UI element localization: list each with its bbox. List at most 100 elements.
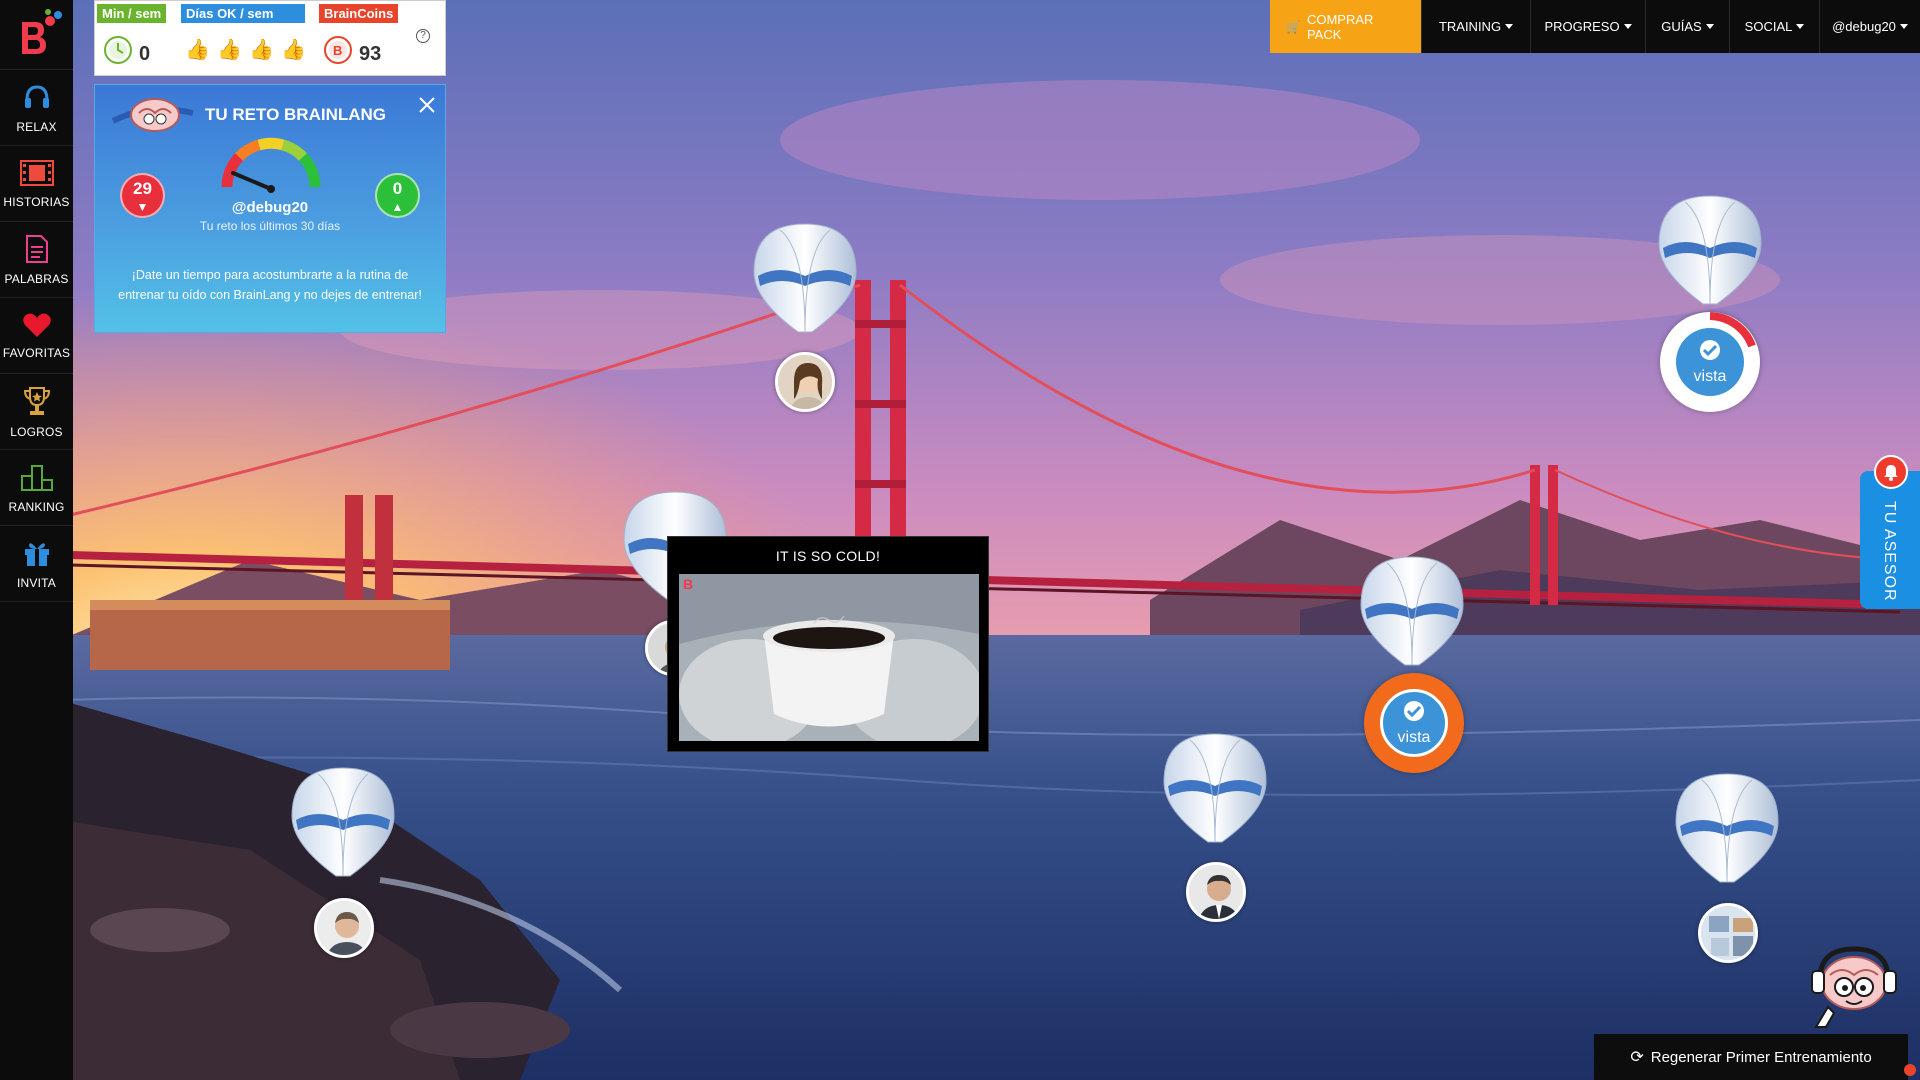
stat-braincoins: BrainCoins B 93 — [317, 1, 417, 77]
caret-down-icon — [1705, 24, 1714, 29]
avatar[interactable] — [1186, 862, 1246, 922]
sidebar-item-label: PALABRAS — [4, 271, 69, 286]
caret-down-icon — [1623, 24, 1632, 29]
negative-count: 29 — [133, 179, 152, 198]
buy-pack-label: COMPRAR PACK — [1306, 11, 1374, 42]
sidebar-item-label: HISTORIAS — [3, 194, 70, 209]
brain-mascot[interactable] — [1802, 935, 1906, 1040]
sidebar-item-label: FAVORITAS — [2, 345, 71, 360]
regenerate-label: Regenerar Primer Entrenamiento — [1650, 1048, 1872, 1066]
nav-label: TRAINING — [1438, 19, 1502, 34]
cart-icon: 🛒 — [1286, 19, 1301, 34]
balloon-icon — [1163, 733, 1267, 843]
heart-icon — [22, 312, 52, 338]
sidebar-item-label: RELAX — [16, 119, 57, 134]
nav-training[interactable]: TRAINING — [1421, 0, 1530, 53]
caret-down-icon — [1899, 24, 1908, 29]
caret-down-icon — [1505, 24, 1514, 29]
sidebar-item-logros[interactable]: LOGROS — [0, 374, 73, 450]
stat-label: Min / sem — [97, 4, 167, 23]
positive-count: 0 — [392, 179, 403, 198]
avatar[interactable] — [1698, 903, 1758, 963]
nav-label: SOCIAL — [1744, 19, 1793, 34]
regenerate-training-button[interactable]: ⟳ Regenerar Primer Entrenamiento — [1594, 1034, 1908, 1080]
balloon-icon — [1658, 195, 1762, 305]
sidebar-item-label: LOGROS — [10, 424, 63, 439]
lesson-watched-badge[interactable]: vista — [1364, 673, 1464, 773]
podium-icon — [20, 462, 54, 492]
nav-label: PROGRESO — [1544, 19, 1620, 34]
sidebar-item-palabras[interactable]: PALABRAS — [0, 222, 73, 298]
nav-social[interactable]: SOCIAL — [1729, 0, 1819, 53]
document-icon — [24, 234, 50, 264]
thumbs-up-icon: 👍 — [217, 39, 242, 61]
brainlang-logo[interactable] — [0, 0, 73, 70]
video-preview-popup[interactable]: IT IS SO COLD! B — [667, 536, 989, 752]
nav-guias[interactable]: GUÍAS — [1645, 0, 1729, 53]
gauge-icon — [219, 137, 323, 200]
gift-icon — [22, 538, 52, 568]
sidebar-item-invita[interactable]: INVITA — [0, 526, 73, 602]
nav-label: @debug20 — [1832, 19, 1896, 34]
weekly-stats-panel: Min / sem 0 Días OK / sem 👍 👍 👍 👍 BrainC… — [94, 0, 446, 76]
balloon-lesson[interactable] — [750, 220, 860, 345]
avatar[interactable] — [314, 898, 374, 958]
stat-value: 93 — [359, 43, 382, 65]
headphones-icon — [22, 82, 52, 112]
nav-progreso[interactable]: PROGRESO — [1530, 0, 1645, 53]
challenge-title: TU RETO BRAINLANG — [205, 105, 387, 124]
braincoin-icon: B — [323, 35, 353, 70]
thumbs-up-icon: 👍 — [185, 39, 210, 61]
balloon-icon — [1675, 773, 1779, 883]
avatar[interactable] — [775, 352, 835, 412]
video-title: IT IS SO COLD! — [775, 548, 881, 564]
top-navigation: 🛒 COMPRAR PACK TRAINING PROGRESO GUÍAS S… — [1270, 0, 1920, 53]
balloon-lesson[interactable] — [1160, 730, 1270, 855]
sidebar-item-ranking[interactable]: RANKING — [0, 450, 73, 526]
balloon-lesson[interactable] — [1655, 192, 1765, 317]
buy-pack-button[interactable]: 🛒 COMPRAR PACK — [1270, 0, 1421, 53]
sidebar-item-historias[interactable]: HISTORIAS — [0, 146, 73, 222]
stat-min-week: Min / sem 0 — [95, 1, 177, 77]
brainlang-watermark-icon: B — [683, 576, 694, 592]
nav-label: GUÍAS — [1661, 19, 1702, 34]
clock-icon — [103, 35, 133, 70]
stat-days-ok: Días OK / sem 👍 👍 👍 👍 — [179, 1, 315, 77]
nav-user-menu[interactable]: @debug20 — [1819, 0, 1920, 53]
check-icon — [1401, 700, 1427, 727]
sidebar-item-favoritas[interactable]: FAVORITAS — [0, 298, 73, 374]
brain-mascot-icon — [107, 91, 197, 144]
sidebar-item-relax[interactable]: RELAX — [0, 70, 73, 146]
film-icon — [19, 159, 55, 187]
progress-ring-icon — [1709, 312, 1756, 348]
challenge-username: @debug20 — [231, 199, 309, 216]
challenge-subtitle: Tu reto los últimos 30 días — [199, 219, 341, 233]
stat-value: 0 — [139, 43, 151, 65]
svg-text:B: B — [333, 43, 342, 58]
challenge-message: ¡Date un tiempo para acostumbrarte a la … — [118, 268, 422, 302]
thumbs-up-icon: 👍 — [249, 39, 274, 61]
sidebar-item-label: RANKING — [8, 499, 65, 514]
help-icon[interactable]: ? — [416, 29, 430, 43]
lesson-watched-badge[interactable]: vista — [1660, 312, 1760, 412]
video-thumbnail[interactable]: B — [679, 574, 979, 741]
left-sidebar: RELAX HISTORIAS PALABRAS FAVORITAS LOGRO… — [0, 0, 73, 1080]
bell-icon[interactable] — [1874, 455, 1908, 489]
brainlang-challenge-card: TU RETO BRAINLANG 29 ▼ 0 ▲ @debug20 Tu r… — [94, 84, 446, 333]
trophy-icon — [22, 385, 52, 417]
sidebar-item-label: INVITA — [17, 575, 56, 590]
watched-label: vista — [1397, 728, 1431, 746]
balloon-icon — [1360, 556, 1464, 666]
caret-down-icon — [1796, 24, 1805, 29]
balloon-lesson[interactable] — [1357, 553, 1467, 678]
advisor-tab[interactable]: TU ASESOR — [1860, 471, 1920, 609]
stat-label: BrainCoins — [319, 4, 399, 23]
balloon-lesson[interactable] — [1672, 770, 1782, 895]
stat-label: Días OK / sem — [181, 4, 305, 23]
advisor-label: TU ASESOR — [1881, 501, 1898, 602]
balloon-lesson[interactable] — [288, 764, 398, 889]
balloon-icon — [291, 767, 395, 877]
close-icon[interactable] — [417, 95, 437, 115]
balloon-icon — [753, 223, 857, 333]
thumbs-up-icon: 👍 — [281, 39, 306, 61]
